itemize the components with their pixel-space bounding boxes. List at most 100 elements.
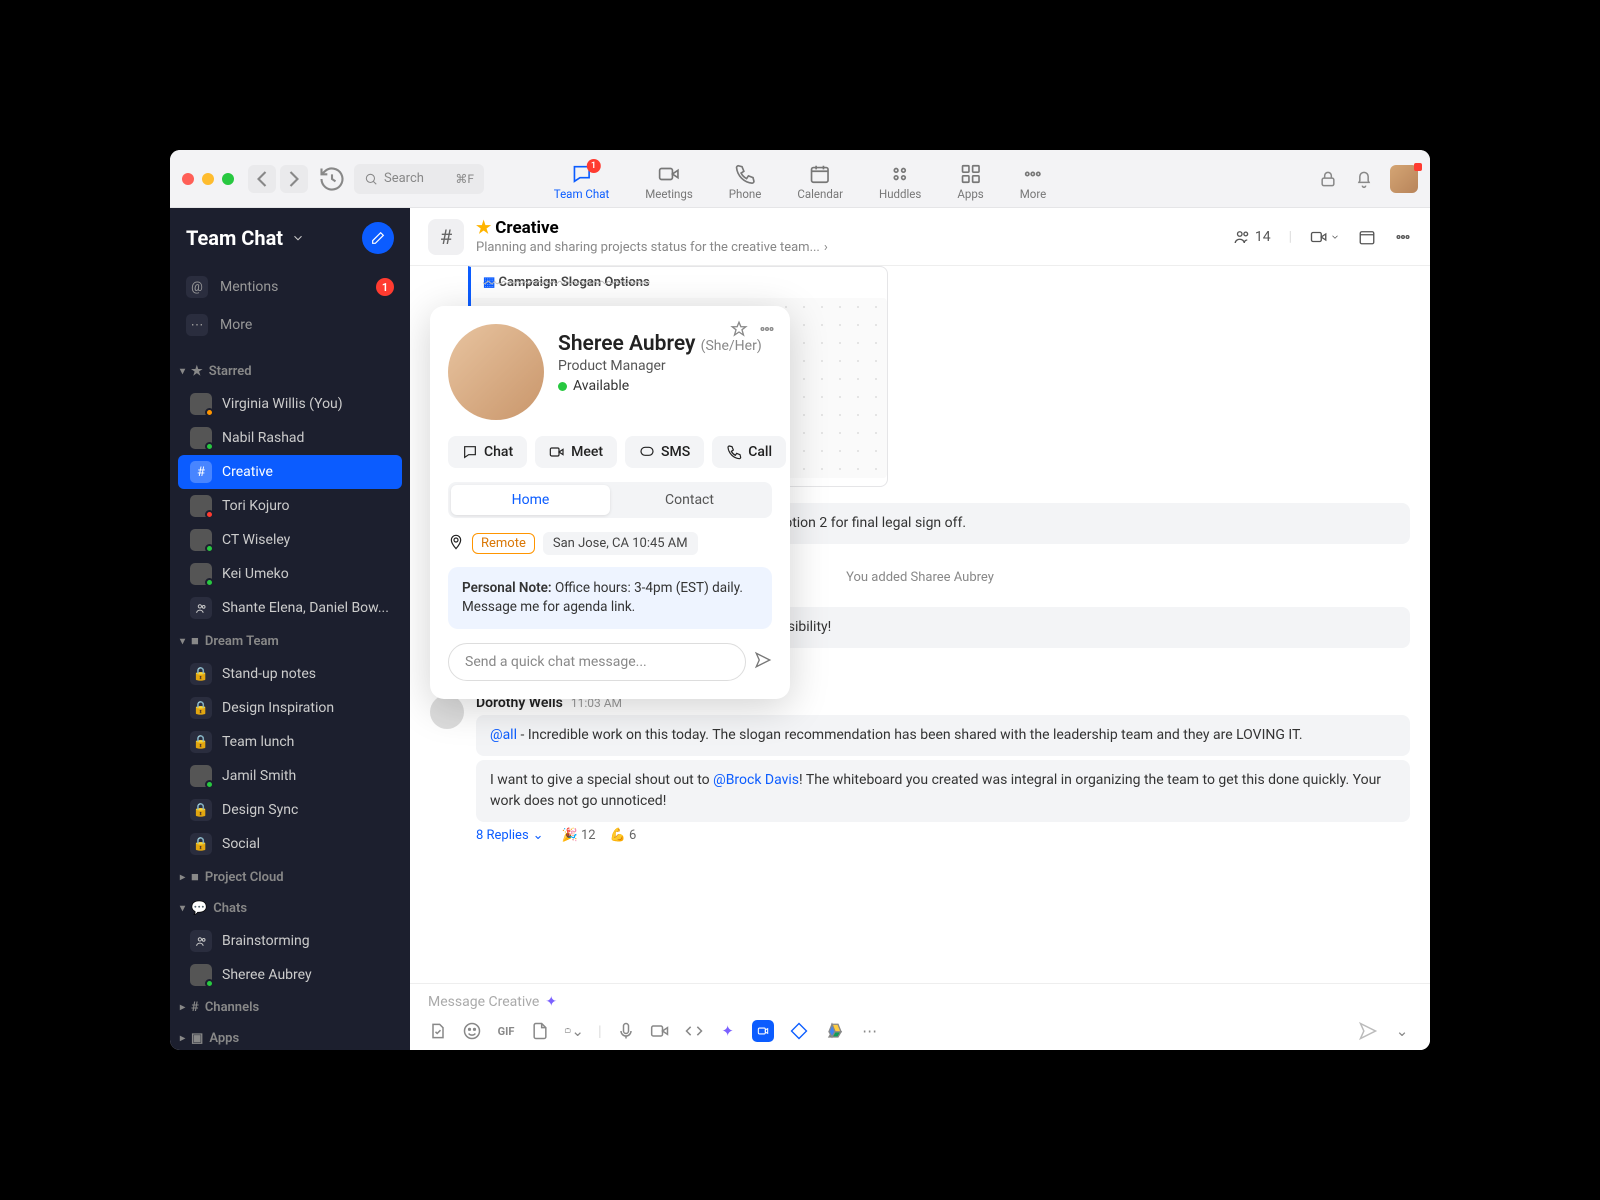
chevron-down-icon[interactable] [291, 231, 305, 245]
sidebar-item[interactable]: #Creative [178, 455, 402, 489]
send-icon[interactable] [754, 651, 772, 673]
nav-back-button[interactable] [248, 165, 276, 193]
nav-huddles[interactable]: Huddles [875, 157, 925, 207]
call-button[interactable]: Call [712, 436, 786, 468]
sidebar-item-label: Virginia Willis (You) [222, 396, 343, 412]
bell-icon[interactable] [1354, 169, 1374, 189]
message-bubble[interactable]: @all - Incredible work on this today. Th… [476, 715, 1410, 756]
search-input[interactable]: Search ⌘F [354, 164, 484, 194]
more-tools-icon[interactable]: ⋯ [860, 1021, 880, 1041]
channel-desc[interactable]: Planning and sharing projects status for… [476, 240, 820, 255]
sidebar-item[interactable]: 🔒Social [170, 827, 410, 861]
section-apps[interactable]: ▸ ▣ Apps [170, 1023, 410, 1050]
sidebar-item[interactable]: 🔒Team lunch [170, 725, 410, 759]
mic-icon[interactable] [616, 1021, 636, 1041]
sidebar-item[interactable]: CT Wiseley [170, 523, 410, 557]
divider: | [1289, 229, 1292, 245]
close-window[interactable] [182, 173, 194, 185]
profile-avatar[interactable] [1390, 165, 1418, 193]
star-icon[interactable] [730, 320, 748, 342]
tab-contact[interactable]: Contact [610, 485, 769, 515]
zoom-app-icon[interactable] [752, 1020, 774, 1042]
profile-avatar[interactable] [448, 324, 544, 420]
chat-icon: 💬 [191, 901, 207, 916]
sidebar-mentions[interactable]: @ Mentions 1 [170, 268, 410, 306]
sidebar-item[interactable]: Nabil Rashad [170, 421, 410, 455]
message-composer[interactable]: Message Creative ✦ GIF ⌄ | ✦ ⋯ [410, 983, 1430, 1050]
team-chat-badge: 1 [587, 159, 601, 173]
sidebar-item[interactable]: Virginia Willis (You) [170, 387, 410, 421]
hash-icon: # [190, 461, 212, 483]
sms-button[interactable]: SMS [625, 436, 704, 468]
members-button[interactable]: 14 [1233, 228, 1271, 246]
meet-button[interactable]: Meet [535, 436, 617, 468]
message-bubble[interactable]: I want to give a special shout out to @B… [476, 760, 1410, 822]
section-starred[interactable]: ▾ ★ Starred [170, 356, 410, 387]
record-icon[interactable] [650, 1021, 670, 1041]
history-button[interactable] [318, 165, 346, 193]
section-dream-team[interactable]: ▾ ■ Dream Team [170, 625, 410, 657]
personal-note: Personal Note: Office hours: 3-4pm (EST)… [448, 567, 772, 629]
sparkle-icon[interactable]: ✦ [545, 994, 557, 1010]
sidebar-item[interactable]: Sheree Aubrey [170, 958, 410, 992]
lock-icon: 🔒 [190, 799, 212, 821]
drive-app-icon[interactable] [824, 1020, 846, 1042]
nav-phone[interactable]: Phone [725, 157, 766, 207]
profile-name: Sheree Aubrey [558, 332, 695, 356]
screenshot-icon[interactable]: ⌄ [564, 1021, 584, 1041]
format-icon[interactable] [428, 1021, 448, 1041]
group-icon [190, 930, 212, 952]
compose-button[interactable] [362, 222, 394, 254]
sidebar-item-label: Shante Elena, Daniel Bow... [222, 600, 389, 616]
jira-app-icon[interactable] [788, 1020, 810, 1042]
search-placeholder: Search [384, 171, 424, 186]
attach-icon[interactable] [530, 1021, 550, 1041]
more-icon[interactable] [758, 320, 776, 342]
emoji-icon[interactable] [462, 1021, 482, 1041]
sidebar-item[interactable]: Brainstorming [170, 924, 410, 958]
nav-calendar[interactable]: Calendar [793, 157, 847, 207]
sidebar-item[interactable]: Kei Umeko [170, 557, 410, 591]
nav-team-chat[interactable]: 1 Team Chat [550, 157, 613, 207]
more-icon: ⋯ [186, 314, 208, 336]
chat-button[interactable]: Chat [448, 436, 527, 468]
section-chats[interactable]: ▾ 💬 Chats [170, 893, 410, 924]
sidebar-item-label: Design Sync [222, 802, 298, 818]
replies-button[interactable]: 8 Replies⌄ 🎉 12 💪 6 [476, 828, 1410, 843]
nav-forward-button[interactable] [280, 165, 308, 193]
sidebar-item[interactable]: Jamil Smith [170, 759, 410, 793]
sidebar-item[interactable]: Shante Elena, Daniel Bow... [170, 591, 410, 625]
sidebar-item[interactable]: 🔒Stand-up notes [170, 657, 410, 691]
more-button[interactable] [1394, 228, 1412, 246]
tab-home[interactable]: Home [451, 485, 610, 515]
section-project-cloud[interactable]: ▸ ■ Project Cloud [170, 861, 410, 893]
send-icon[interactable] [1358, 1021, 1378, 1041]
ai-icon[interactable]: ✦ [718, 1021, 738, 1041]
nav-more[interactable]: More [1016, 157, 1051, 207]
mention[interactable]: @all [490, 727, 517, 743]
mention[interactable]: @Brock Davis [713, 772, 799, 788]
sidebar-item[interactable]: 🔒 Design Sync [170, 793, 410, 827]
more-icon [1022, 163, 1044, 185]
avatar[interactable] [430, 695, 464, 729]
star-icon[interactable]: ★ [476, 218, 491, 238]
star-icon: ★ [191, 364, 203, 379]
sidebar-item[interactable]: Tori Kojuro [170, 489, 410, 523]
maximize-window[interactable] [222, 173, 234, 185]
video-call-button[interactable] [1310, 228, 1340, 246]
code-icon[interactable] [684, 1021, 704, 1041]
nav-meetings[interactable]: Meetings [641, 157, 697, 207]
sidebar-more[interactable]: ⋯ More [170, 306, 410, 344]
minimize-window[interactable] [202, 173, 214, 185]
lock-icon[interactable] [1318, 169, 1338, 189]
gif-icon[interactable]: GIF [496, 1021, 516, 1041]
message-list[interactable]: ▦ Campaign Slogan Options p with. I am a… [410, 266, 1430, 983]
nav-apps[interactable]: Apps [953, 157, 987, 207]
quick-message-input[interactable]: Send a quick chat message... [448, 643, 746, 681]
section-channels[interactable]: ▸ # Channels [170, 992, 410, 1023]
chevron-down-icon[interactable]: ⌄ [1392, 1021, 1412, 1041]
calendar-button[interactable] [1358, 228, 1376, 246]
titlebar: Search ⌘F 1 Team Chat Meetings Phone Cal… [170, 150, 1430, 208]
profile-status: Available [573, 378, 629, 394]
sidebar-item[interactable]: 🔒Design Inspiration [170, 691, 410, 725]
